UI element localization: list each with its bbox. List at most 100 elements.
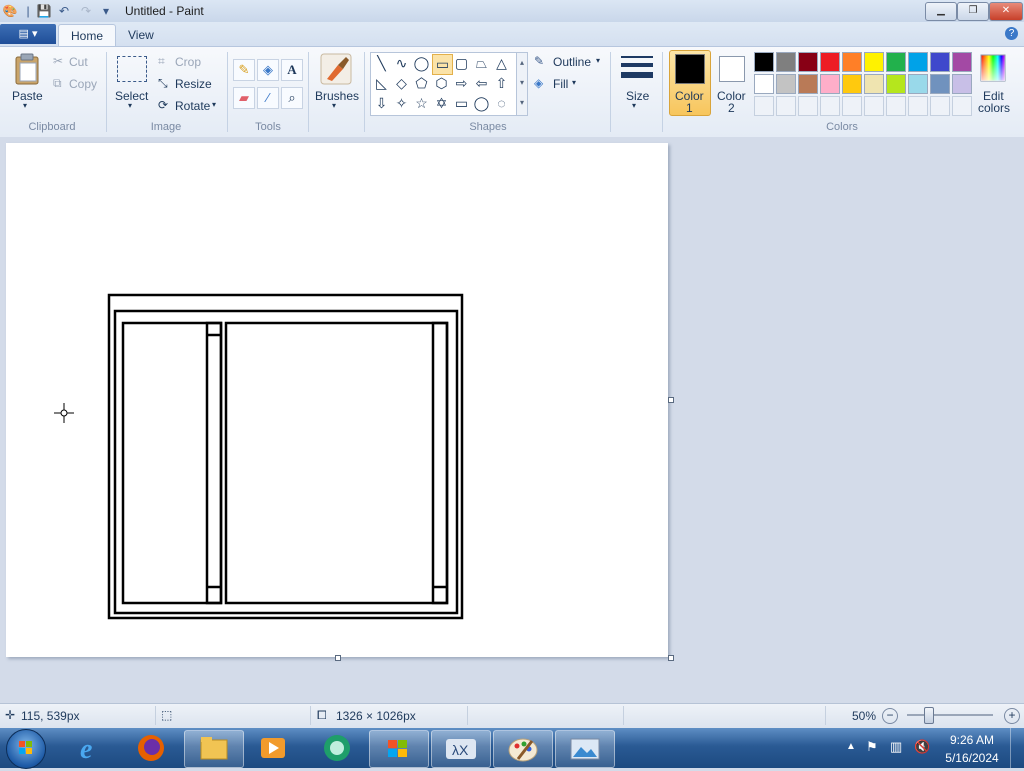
pentagon-shape-icon[interactable]: ⬠ xyxy=(412,74,431,93)
brush-icon[interactable] xyxy=(320,53,352,85)
brushes-button[interactable]: Brushes xyxy=(315,89,359,103)
rectangle-shape-icon[interactable]: ▭ xyxy=(432,54,453,75)
clock-date[interactable]: 5/16/2024 xyxy=(942,751,1002,765)
palette-custom-slot[interactable] xyxy=(952,96,972,116)
tab-home[interactable]: Home xyxy=(58,24,117,47)
outline-button[interactable]: Outline xyxy=(553,55,591,69)
clock-time[interactable]: 9:26 AM xyxy=(942,733,1002,747)
palette-custom-slot[interactable] xyxy=(864,96,884,116)
palette-color-swatch[interactable] xyxy=(886,74,906,94)
resize-handle-bottom[interactable] xyxy=(335,655,341,661)
palette-color-swatch[interactable] xyxy=(930,52,950,72)
eraser-icon[interactable]: ▰ xyxy=(233,87,255,109)
palette-color-swatch[interactable] xyxy=(908,52,928,72)
palette-custom-slot[interactable] xyxy=(820,96,840,116)
line-shape-icon[interactable]: ╲ xyxy=(372,54,391,73)
palette-color-swatch[interactable] xyxy=(798,74,818,94)
xming-icon[interactable]: λX xyxy=(431,730,491,768)
resize-handle-right[interactable] xyxy=(668,397,674,403)
palette-color-swatch[interactable] xyxy=(864,74,884,94)
palette-color-swatch[interactable] xyxy=(776,74,796,94)
photo-viewer-icon[interactable] xyxy=(555,730,615,768)
oval-callout-shape-icon[interactable]: ◯ xyxy=(472,94,491,113)
palette-color-swatch[interactable] xyxy=(820,74,840,94)
diamond-shape-icon[interactable]: ◇ xyxy=(392,74,411,93)
internet-explorer-icon[interactable]: e xyxy=(62,730,120,766)
size-button[interactable]: Size xyxy=(626,89,649,103)
palette-color-swatch[interactable] xyxy=(952,74,972,94)
rotate-dropdown-icon[interactable]: ▾ xyxy=(212,100,216,109)
palette-color-swatch[interactable] xyxy=(930,74,950,94)
palette-color-swatch[interactable] xyxy=(842,74,862,94)
fill-dropdown-icon[interactable]: ▾ xyxy=(572,78,576,87)
shapes-gallery-scroll[interactable]: ▴ ▾ ▾ xyxy=(516,52,528,116)
cut-button[interactable]: Cut xyxy=(69,55,88,69)
outline-dropdown-icon[interactable]: ▾ xyxy=(596,56,600,65)
polygon-shape-icon[interactable]: ⏢ xyxy=(472,54,491,73)
copy-button[interactable]: Copy xyxy=(69,77,97,91)
help-icon[interactable]: ? xyxy=(1005,27,1018,40)
zoom-slider-thumb[interactable] xyxy=(924,707,934,724)
pencil-icon[interactable]: ✎ xyxy=(233,59,255,81)
size-icon[interactable] xyxy=(621,55,653,83)
resize-button[interactable]: Resize xyxy=(175,77,212,91)
media-player-icon[interactable] xyxy=(244,730,302,766)
hexagon-shape-icon[interactable]: ⬡ xyxy=(432,74,451,93)
zoom-slider-track[interactable] xyxy=(907,714,993,716)
start-button[interactable] xyxy=(6,729,46,769)
volume-muted-icon[interactable]: 🔇 xyxy=(914,739,930,755)
cloud-callout-shape-icon[interactable]: ◌ xyxy=(492,94,511,113)
palette-color-swatch[interactable] xyxy=(820,52,840,72)
undo-icon[interactable]: ↶ xyxy=(56,3,72,19)
minimize-button[interactable]: ▁ xyxy=(925,2,957,21)
fill-bucket-icon[interactable]: ◈ xyxy=(257,59,279,81)
size-dropdown-icon[interactable]: ▾ xyxy=(632,101,636,110)
brushes-dropdown-icon[interactable]: ▾ xyxy=(332,101,336,110)
crop-button[interactable]: Crop xyxy=(175,55,201,69)
palette-color-swatch[interactable] xyxy=(952,52,972,72)
save-icon[interactable]: 💾 xyxy=(36,3,52,19)
triangle-shape-icon[interactable]: △ xyxy=(492,54,511,73)
resize-handle-corner[interactable] xyxy=(668,655,674,661)
drawing-canvas[interactable] xyxy=(6,143,668,657)
palette-custom-slot[interactable] xyxy=(930,96,950,116)
palette-color-swatch[interactable] xyxy=(754,52,774,72)
paste-dropdown-icon[interactable]: ▾ xyxy=(23,101,27,110)
right-triangle-shape-icon[interactable]: ◺ xyxy=(372,74,391,93)
text-tool-icon[interactable]: A xyxy=(281,59,303,81)
edit-colors-icon[interactable] xyxy=(980,54,1006,82)
paste-icon[interactable] xyxy=(14,53,40,85)
rounded-callout-shape-icon[interactable]: ▭ xyxy=(452,94,471,113)
network-icon[interactable]: ▥ xyxy=(890,739,902,755)
palette-color-swatch[interactable] xyxy=(776,52,796,72)
file-explorer-icon[interactable] xyxy=(184,730,244,768)
palette-custom-slot[interactable] xyxy=(776,96,796,116)
up-arrow-shape-icon[interactable]: ⇧ xyxy=(492,74,511,93)
palette-custom-slot[interactable] xyxy=(886,96,906,116)
file-menu-button[interactable]: ▤ ▾ xyxy=(0,24,56,44)
oval-shape-icon[interactable]: ◯ xyxy=(412,54,431,73)
zoom-in-button[interactable]: + xyxy=(1004,708,1020,724)
palette-custom-slot[interactable] xyxy=(908,96,928,116)
palette-color-swatch[interactable] xyxy=(798,52,818,72)
color-picker-icon[interactable]: ⁄ xyxy=(257,87,279,109)
palette-custom-slot[interactable] xyxy=(798,96,818,116)
paint-app-icon[interactable]: 🎨 xyxy=(2,3,18,19)
curve-shape-icon[interactable]: ∿ xyxy=(392,54,411,73)
paint-taskbar-icon[interactable] xyxy=(493,730,553,768)
palette-color-swatch[interactable] xyxy=(754,74,774,94)
down-arrow-shape-icon[interactable]: ⇩ xyxy=(372,94,391,113)
rotate-button[interactable]: Rotate xyxy=(175,99,210,113)
palette-custom-slot[interactable] xyxy=(842,96,862,116)
firefox-icon[interactable] xyxy=(122,730,180,766)
customize-quick-access-icon[interactable]: ▾ xyxy=(98,3,114,19)
palette-color-swatch[interactable] xyxy=(842,52,862,72)
show-desktop-button[interactable] xyxy=(1010,728,1024,768)
show-hidden-icons[interactable]: ▲ xyxy=(846,741,856,752)
close-button[interactable]: ✕ xyxy=(989,2,1023,21)
six-point-star-shape-icon[interactable]: ✡ xyxy=(432,94,451,113)
fill-button[interactable]: Fill xyxy=(553,77,568,91)
action-center-flag-icon[interactable]: ⚑ xyxy=(866,739,878,755)
palette-color-swatch[interactable] xyxy=(886,52,906,72)
green-app-icon[interactable] xyxy=(308,730,366,766)
